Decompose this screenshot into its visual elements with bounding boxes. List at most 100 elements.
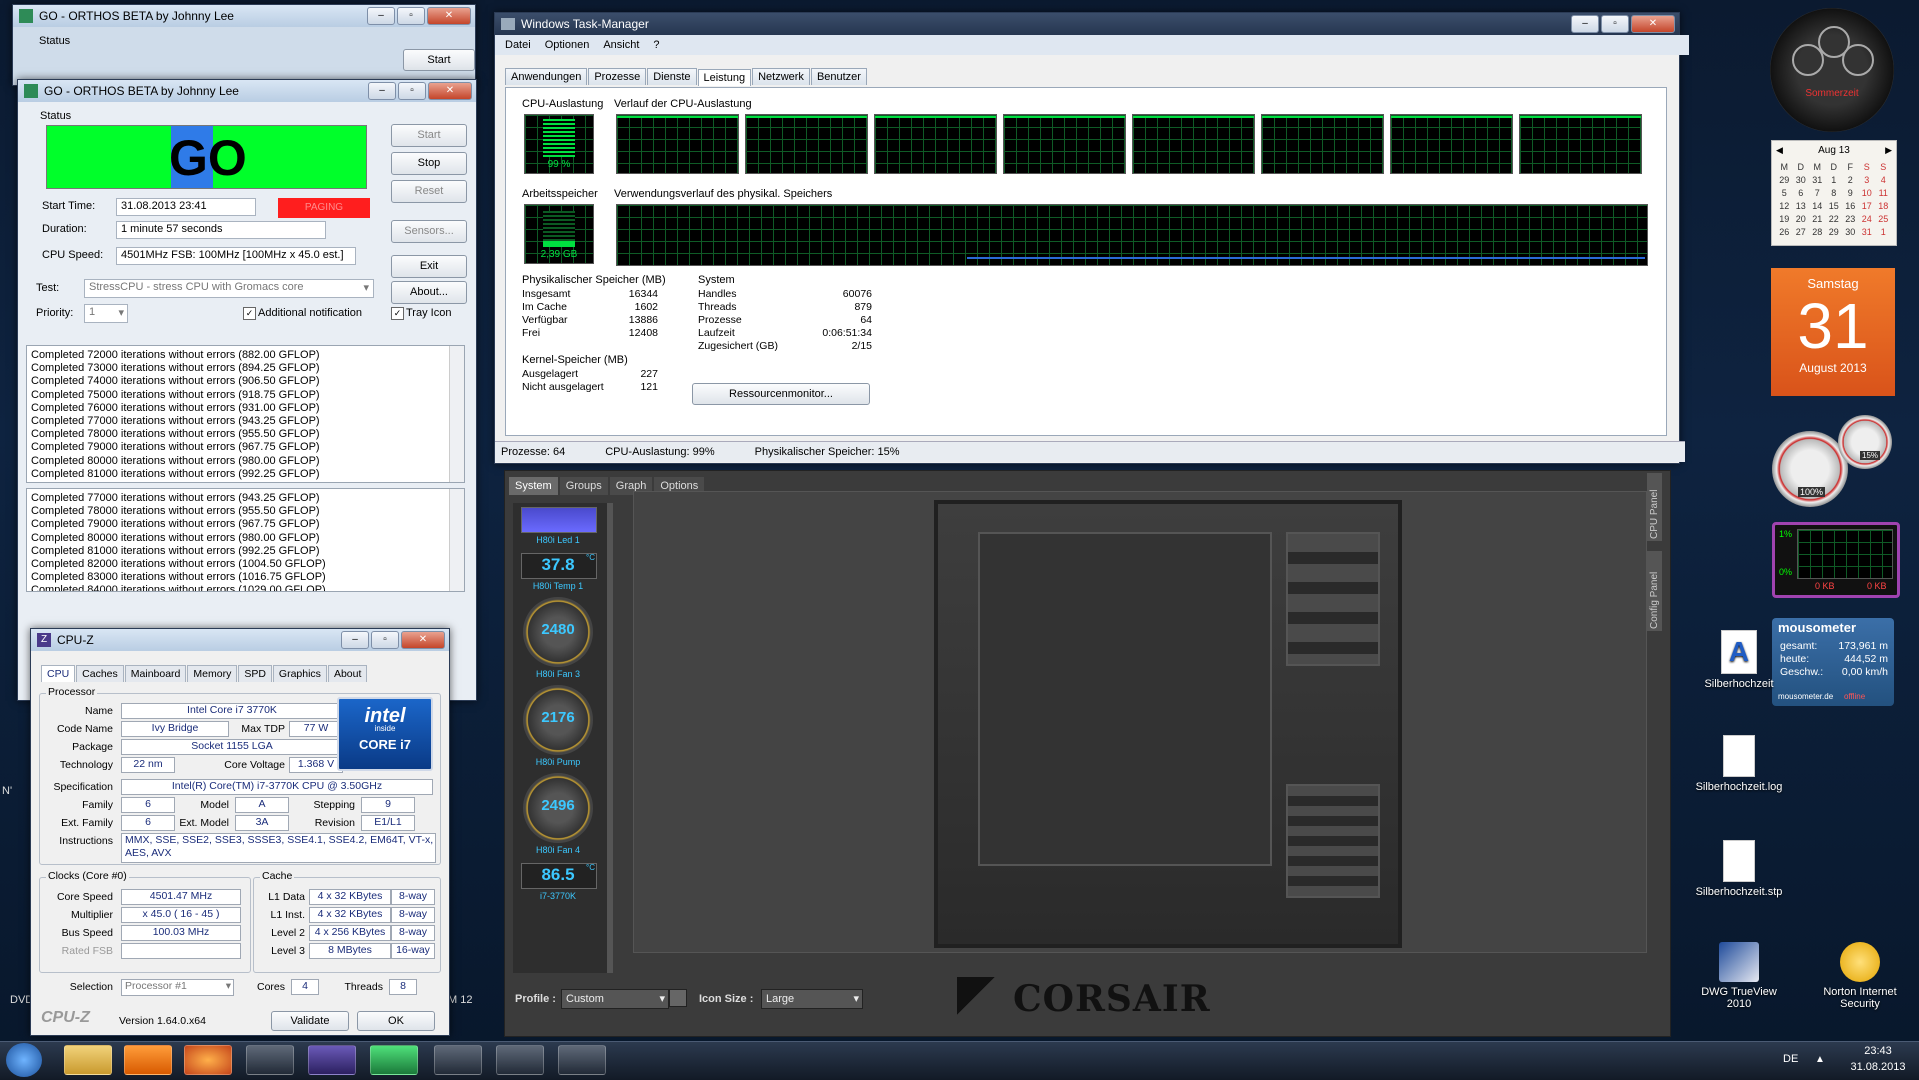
ok-button[interactable]: OK bbox=[357, 1011, 435, 1031]
cal-day[interactable]: 18 bbox=[1875, 200, 1892, 213]
tab-benutzer[interactable]: Benutzer bbox=[810, 68, 867, 85]
cal-day[interactable]: 20 bbox=[1793, 213, 1810, 226]
cal-day[interactable]: 14 bbox=[1809, 200, 1826, 213]
cal-day[interactable]: 1 bbox=[1875, 226, 1892, 239]
cal-day[interactable]: 30 bbox=[1842, 226, 1859, 239]
close-button[interactable]: ✕ bbox=[1631, 15, 1675, 33]
selection-select[interactable]: Processor #1 ▾ bbox=[121, 979, 234, 996]
cal-day[interactable]: 26 bbox=[1776, 226, 1793, 239]
desktop-icon-silberhochzeit[interactable]: A Silberhochzeit bbox=[1689, 630, 1789, 690]
scrollbar[interactable] bbox=[607, 503, 613, 973]
close-button[interactable]: ✕ bbox=[427, 7, 471, 25]
cal-day[interactable]: 3 bbox=[1859, 174, 1876, 187]
cal-day[interactable]: 21 bbox=[1809, 213, 1826, 226]
cal-next-icon[interactable]: ▶ bbox=[1885, 145, 1892, 156]
maximize-button[interactable]: ▫ bbox=[398, 82, 426, 100]
clock-gadget[interactable]: Sommerzeit bbox=[1770, 8, 1894, 132]
priority-select[interactable]: 1 ▾ bbox=[84, 304, 128, 323]
corsair-device-item[interactable]: 2496 H80i Fan 4 bbox=[513, 771, 603, 855]
reset-button[interactable]: Reset bbox=[391, 180, 467, 203]
desktop-icon-dwg-trueview[interactable]: DWG TrueView 2010 bbox=[1689, 942, 1789, 1010]
minimize-button[interactable]: – bbox=[367, 7, 395, 25]
cal-day[interactable]: 15 bbox=[1826, 200, 1843, 213]
additional-notification-checkbox[interactable]: ✓ bbox=[243, 307, 256, 320]
cal-day[interactable]: 24 bbox=[1859, 213, 1876, 226]
taskman-titlebar[interactable]: Windows Task-Manager bbox=[495, 13, 1679, 35]
calendar-gadget[interactable]: ◀ Aug 13 ▶ M D M D F S S 29 30 31 1 2 3 4 5 6 7 8 9 10 11 12 1… bbox=[1771, 140, 1897, 396]
cpuz-tab-caches[interactable]: Caches bbox=[76, 665, 124, 682]
close-button[interactable]: ✕ bbox=[401, 631, 445, 649]
stop-button[interactable]: Stop bbox=[391, 152, 467, 175]
validate-button[interactable]: Validate bbox=[271, 1011, 349, 1031]
cal-day[interactable]: 8 bbox=[1826, 187, 1843, 200]
taskbar-corsair-icon[interactable] bbox=[496, 1045, 544, 1075]
cal-day[interactable]: 19 bbox=[1776, 213, 1793, 226]
start-button[interactable] bbox=[6, 1043, 42, 1077]
maximize-button[interactable]: ▫ bbox=[371, 631, 399, 649]
menu-datei[interactable]: Datei bbox=[505, 39, 531, 51]
corsair-device-item[interactable]: 2480 H80i Fan 3 bbox=[513, 595, 603, 679]
profile-select[interactable]: Custom ▾ bbox=[561, 989, 669, 1009]
maximize-button[interactable]: ▫ bbox=[1601, 15, 1629, 33]
menu-optionen[interactable]: Optionen bbox=[545, 39, 590, 51]
start-button[interactable]: Start bbox=[391, 124, 467, 147]
corsair-device-item[interactable]: 2176 H80i Pump bbox=[513, 683, 603, 767]
task-manager-window[interactable]: Windows Task-Manager – ▫ ✕ Datei Optione… bbox=[494, 12, 1689, 464]
taskbar-date[interactable]: 31.08.2013 bbox=[1840, 1061, 1916, 1073]
cal-day[interactable]: 16 bbox=[1842, 200, 1859, 213]
cal-day[interactable]: 11 bbox=[1875, 187, 1892, 200]
cpuz-tab-cpu[interactable]: CPU bbox=[41, 665, 76, 682]
tray-expand-icon[interactable]: ▲ bbox=[1815, 1054, 1825, 1065]
cal-day[interactable]: 1 bbox=[1826, 174, 1843, 187]
mousometer-site[interactable]: mousometer.de bbox=[1778, 692, 1833, 701]
orthos-window-back[interactable]: GO - ORTHOS BETA by Johnny Lee – ▫ ✕ Sta… bbox=[12, 4, 476, 86]
log-core2[interactable]: Completed 77000 iterations without error… bbox=[26, 488, 465, 592]
cpuz-tab-spd[interactable]: SPD bbox=[238, 665, 272, 682]
minimize-button[interactable]: – bbox=[341, 631, 369, 649]
taskbar-cpuz-icon[interactable] bbox=[308, 1045, 356, 1075]
cal-day[interactable]: 2 bbox=[1842, 174, 1859, 187]
cpuz-tab-about[interactable]: About bbox=[327, 665, 368, 682]
cal-day[interactable]: 17 bbox=[1859, 200, 1876, 213]
sensors-button[interactable]: Sensors... bbox=[391, 220, 467, 243]
cal-day[interactable]: 22 bbox=[1826, 213, 1843, 226]
menu-ansicht[interactable]: Ansicht bbox=[603, 39, 639, 51]
taskbar-mediaplayer-icon[interactable] bbox=[124, 1045, 172, 1075]
taskbar-orthos-icon[interactable] bbox=[370, 1045, 418, 1075]
tray-icon-checkbox[interactable]: ✓ bbox=[391, 307, 404, 320]
cal-day[interactable]: 9 bbox=[1842, 187, 1859, 200]
corsair-device-item[interactable]: H80i Led 1 bbox=[513, 503, 603, 545]
taskbar-app-icon[interactable] bbox=[558, 1045, 606, 1075]
corsair-device-item[interactable]: 86.5 °C i7-3770K bbox=[513, 859, 603, 901]
cal-day[interactable]: 28 bbox=[1809, 226, 1826, 239]
cpuz-tab-mainboard[interactable]: Mainboard bbox=[124, 665, 187, 682]
cal-day[interactable]: 23 bbox=[1842, 213, 1859, 226]
desktop-icon-silberhochzeit-log[interactable]: Silberhochzeit.log bbox=[1689, 735, 1789, 793]
cal-day[interactable]: 27 bbox=[1793, 226, 1810, 239]
cal-day[interactable]: 7 bbox=[1809, 187, 1826, 200]
desktop-icon-norton[interactable]: Norton Internet Security bbox=[1810, 942, 1910, 1010]
tab-prozesse[interactable]: Prozesse bbox=[588, 68, 647, 85]
cal-day[interactable]: 31 bbox=[1809, 174, 1826, 187]
orthos-window[interactable]: GO - ORTHOS BETA by Johnny Lee – ▫ ✕ Sta… bbox=[17, 79, 477, 701]
tab-anwendungen[interactable]: Anwendungen bbox=[505, 68, 588, 85]
taskbar-taskmanager-icon[interactable] bbox=[434, 1045, 482, 1075]
taskbar-time[interactable]: 23:43 bbox=[1848, 1045, 1908, 1057]
cpuz-tab-memory[interactable]: Memory bbox=[187, 665, 238, 682]
cal-day[interactable]: 29 bbox=[1776, 174, 1793, 187]
cal-day[interactable]: 13 bbox=[1793, 200, 1810, 213]
test-select[interactable]: StressCPU - stress CPU with Gromacs core… bbox=[84, 279, 374, 298]
cpu-meter-gadget[interactable]: 100% 15% bbox=[1772, 415, 1896, 507]
cal-day[interactable]: 25 bbox=[1875, 213, 1892, 226]
taskbar-firefox-icon[interactable] bbox=[184, 1045, 232, 1075]
taskbar-explorer-icon[interactable] bbox=[64, 1045, 112, 1075]
cal-day[interactable]: 4 bbox=[1875, 174, 1892, 187]
tab-netzwerk[interactable]: Netzwerk bbox=[752, 68, 810, 85]
cpuz-tab-graphics[interactable]: Graphics bbox=[272, 665, 327, 682]
menu-help[interactable]: ? bbox=[653, 39, 659, 51]
taskbar-network-icon[interactable] bbox=[246, 1045, 294, 1075]
exit-button[interactable]: Exit bbox=[391, 255, 467, 278]
tab-leistung[interactable]: Leistung bbox=[697, 69, 752, 86]
network-meter-gadget[interactable]: 1% 0% 0 KB 0 KB bbox=[1772, 522, 1900, 598]
log-core1[interactable]: Completed 72000 iterations without error… bbox=[26, 345, 465, 483]
